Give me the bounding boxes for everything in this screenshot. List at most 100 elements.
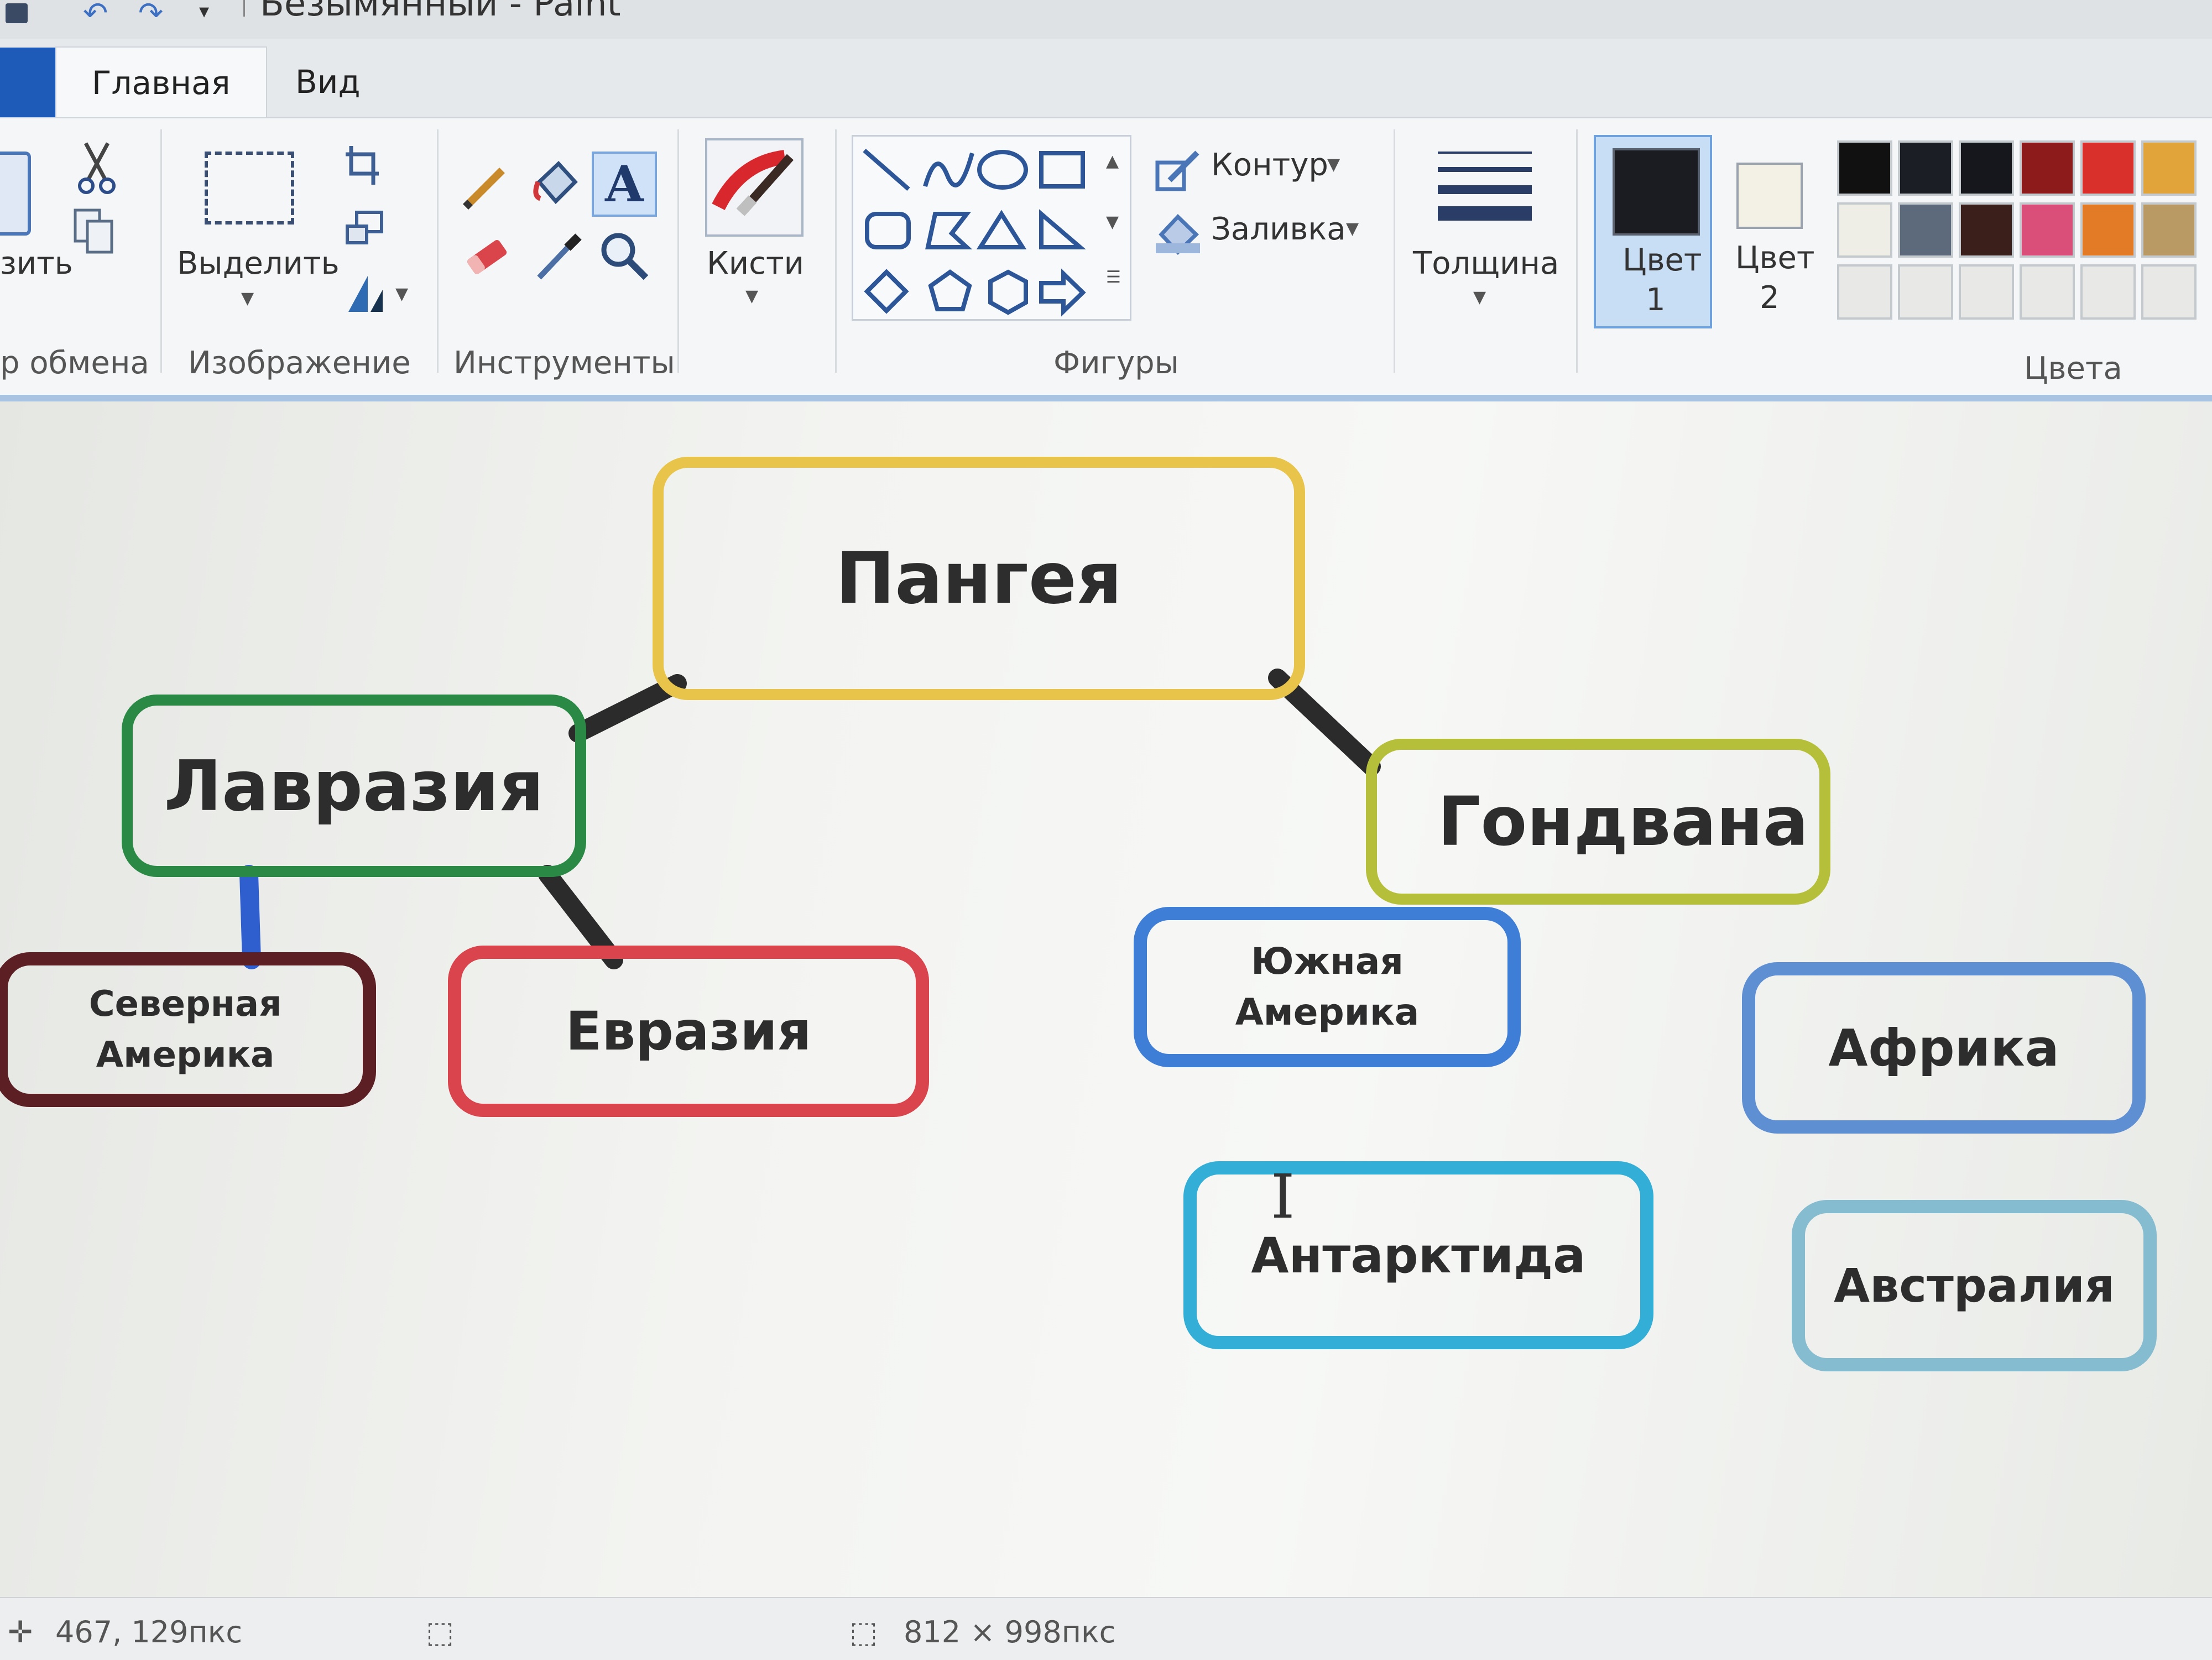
brushes-label[interactable]: Кисти [707, 246, 804, 281]
undo-icon[interactable]: ↶ [83, 0, 108, 28]
tools-group-label: Инструменты [453, 345, 675, 381]
node-south-america-label-line1: Южная [1251, 940, 1404, 983]
palette-color-swatch[interactable] [2141, 140, 2197, 196]
size-label[interactable]: Толщина [1413, 246, 1559, 281]
node-south-america: Южная Америка [1134, 907, 1521, 1067]
paste-label[interactable]: зить [0, 246, 73, 281]
crop-icon[interactable] [343, 143, 382, 187]
palette-color-swatch[interactable] [1837, 202, 1892, 258]
palette-color-swatch[interactable] [1898, 202, 1953, 258]
color2-swatch [1736, 163, 1803, 229]
window-title: Безымянный - Paint [260, 0, 621, 24]
color2-button[interactable]: Цвет 2 [1720, 135, 1825, 328]
tab-file[interactable] [0, 48, 55, 117]
paste-icon[interactable] [0, 152, 31, 236]
color1-button[interactable]: Цвет 1 [1594, 135, 1712, 328]
palette-color-swatch[interactable] [2080, 202, 2136, 258]
outline-label[interactable]: Контур [1211, 147, 1328, 183]
node-antarctica: Антарктида [1183, 1161, 1653, 1349]
palette-color-swatch[interactable] [1837, 140, 1892, 196]
text-tool-icon[interactable]: A [592, 152, 657, 217]
fill-bucket-icon[interactable] [528, 157, 583, 212]
pencil-icon[interactable] [459, 163, 509, 212]
copy-icon[interactable] [72, 207, 116, 257]
size-icon[interactable] [1438, 146, 1532, 234]
node-antarctica-label: Антарктида [1251, 1226, 1586, 1284]
cut-icon[interactable] [77, 140, 116, 196]
palette-color-swatch[interactable] [1898, 140, 1953, 196]
status-bar: ✛ 467, 129пкс ⬚ ⬚ 812 × 998пкс [0, 1597, 2212, 1660]
palette-color-swatch[interactable] [2141, 264, 2197, 320]
palette-color-swatch[interactable] [2020, 202, 2075, 258]
ribbon: зить р обмена Выделить ▼ ▼ Изображение A [0, 117, 2212, 403]
colors-group-label: Цвета [2024, 351, 2122, 387]
select-dropdown-icon[interactable]: ▼ [241, 289, 254, 308]
text-cursor-icon: I [1271, 1161, 1295, 1232]
group-divider [677, 129, 679, 373]
image-size-icon: ⬚ [849, 1615, 878, 1649]
resize-icon[interactable] [343, 207, 387, 251]
fill-label[interactable]: Заливка [1211, 211, 1346, 247]
image-size: 812 × 998пкс [904, 1615, 1116, 1649]
node-eurasia-label: Евразия [565, 1000, 812, 1062]
redo-icon[interactable]: ↷ [138, 0, 163, 28]
magnifier-icon[interactable] [597, 229, 653, 284]
node-eurasia: Евразия [448, 946, 929, 1117]
shapes-more-icon[interactable]: ☰ [1106, 268, 1121, 287]
node-australia: Австралия [1792, 1200, 2157, 1371]
rotate-icon[interactable] [343, 268, 393, 317]
connector-pangea-laurasia [568, 674, 687, 743]
size-dropdown-icon[interactable]: ▼ [1473, 288, 1486, 307]
color-picker-icon[interactable] [531, 229, 586, 284]
outline-dropdown-icon[interactable]: ▼ [1327, 155, 1340, 174]
node-gondwana-label: Гондвана [1437, 782, 1809, 861]
ribbon-tabs: Главная Вид [0, 39, 2212, 118]
palette-color-swatch[interactable] [1898, 264, 1953, 320]
palette-color-swatch[interactable] [2141, 202, 2197, 258]
palette-color-swatch[interactable] [2080, 264, 2136, 320]
color2-label: Цвет [1735, 240, 1815, 276]
title-bar: ↶ ↷ ▾ Безымянный - Paint [0, 0, 2212, 39]
color1-label: Цвет [1623, 242, 1702, 278]
node-pangea-label: Пангея [836, 537, 1122, 620]
connector-laurasia-north-america [239, 865, 261, 969]
node-laurasia: Лавразия [122, 695, 586, 877]
color1-swatch [1613, 148, 1700, 236]
palette-color-swatch[interactable] [1837, 264, 1892, 320]
node-africa: Африка [1742, 962, 2146, 1134]
node-africa-label: Африка [1828, 1018, 2059, 1078]
drawing-canvas[interactable]: Пангея Лавразия Гондвана Северная Америк… [0, 401, 2212, 1597]
palette-color-swatch[interactable] [1959, 202, 2014, 258]
node-gondwana: Гондвана [1366, 739, 1830, 905]
palette-color-swatch[interactable] [2020, 264, 2075, 320]
shapes-gallery[interactable] [852, 135, 1131, 321]
node-north-america-label-line1: Северная [88, 984, 282, 1025]
quick-access-menu-icon[interactable]: ▾ [199, 2, 221, 23]
shapes-scroll-down-icon[interactable]: ▼ [1106, 212, 1119, 232]
tab-home[interactable]: Главная [55, 46, 267, 118]
group-divider [1394, 129, 1395, 373]
save-icon[interactable] [6, 3, 28, 23]
node-north-america-label-line2: Америка [96, 1035, 275, 1076]
palette-color-swatch[interactable] [2080, 140, 2136, 196]
select-label[interactable]: Выделить [177, 246, 340, 281]
group-divider [1576, 129, 1578, 373]
fill-icon[interactable] [1153, 207, 1203, 257]
clipboard-group-label: р обмена [0, 345, 149, 381]
node-north-america: Северная Америка [0, 952, 376, 1107]
select-icon[interactable] [205, 152, 294, 225]
fill-dropdown-icon[interactable]: ▼ [1346, 219, 1359, 238]
tab-view[interactable]: Вид [260, 46, 396, 117]
eraser-icon[interactable] [459, 229, 514, 284]
brushes-dropdown-icon[interactable]: ▼ [745, 286, 758, 306]
color2-number: 2 [1760, 280, 1780, 316]
palette-color-swatch[interactable] [2020, 140, 2075, 196]
image-group-label: Изображение [188, 345, 411, 381]
palette-color-swatch[interactable] [1959, 140, 2014, 196]
outline-icon[interactable] [1153, 146, 1203, 196]
node-laurasia-label: Лавразия [164, 745, 544, 827]
rotate-dropdown-icon[interactable]: ▼ [395, 284, 408, 304]
shapes-scroll-up-icon[interactable]: ▲ [1106, 152, 1119, 171]
palette-color-swatch[interactable] [1959, 264, 2014, 320]
brushes-icon[interactable] [705, 138, 804, 237]
